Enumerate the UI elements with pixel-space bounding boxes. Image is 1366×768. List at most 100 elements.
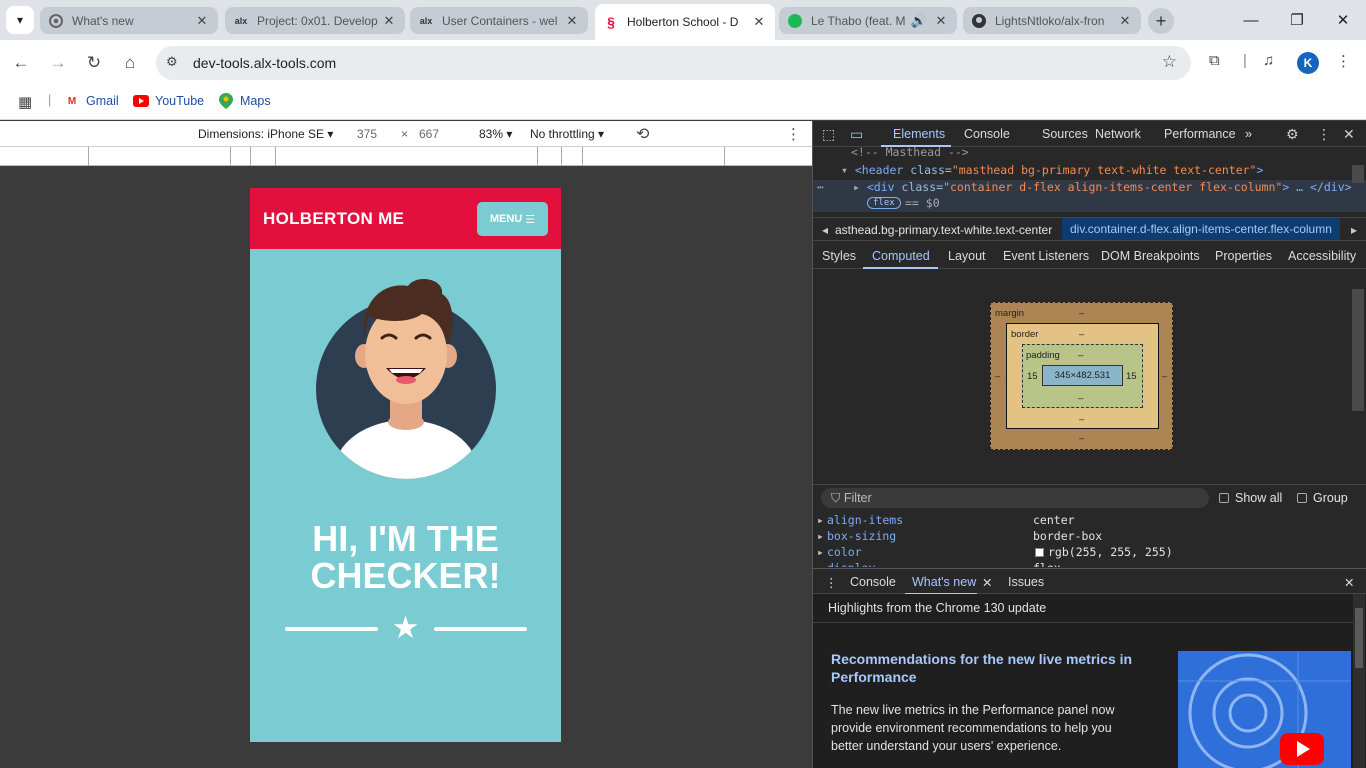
box-model-content[interactable]: 345×482.531	[1042, 365, 1123, 386]
profile-avatar[interactable]: K	[1297, 52, 1319, 74]
browser-tab-project[interactable]: alx Project: 0x01. Develop ✕	[225, 7, 405, 34]
tab-elements[interactable]: Elements	[893, 127, 945, 141]
tab-network[interactable]: Network	[1095, 127, 1141, 141]
device-toggle-icon[interactable]: ▭	[850, 126, 863, 143]
drawer-menu-icon[interactable]: ⋮	[825, 575, 838, 590]
box-model-padding[interactable]: padding – 15 15 – 345×482.531	[1022, 344, 1143, 408]
url-text[interactable]: dev-tools.alx-tools.com	[193, 55, 336, 71]
browser-tab-spotify[interactable]: Le Thabo (feat. M 🔊 ✕	[779, 7, 957, 34]
whats-new-scrollbar[interactable]	[1353, 594, 1365, 768]
menu-button[interactable]: MENU ☰	[477, 202, 548, 236]
media-query-ruler[interactable]	[0, 147, 812, 166]
width-input[interactable]: 375	[357, 127, 377, 141]
subtab-accessibility[interactable]: Accessibility	[1288, 249, 1356, 263]
flex-badge[interactable]: flex	[867, 197, 901, 209]
browser-tab-holberton[interactable]: § Holberton School - D ✕	[595, 4, 775, 40]
devtools-close-icon[interactable]: ✕	[1343, 126, 1355, 143]
breadcrumb-item[interactable]: asthead.bg-primary.text-white.text-cente…	[835, 223, 1052, 237]
site-settings-icon[interactable]: ⚙	[166, 54, 178, 70]
computed-property-row[interactable]: ▸ box-sizing border-box	[813, 529, 1366, 545]
drawer-tab-whats-new[interactable]: What's new	[912, 575, 976, 589]
box-model-border[interactable]: border – – padding – 15 15 – 345×482.531	[1006, 323, 1159, 429]
subtab-properties[interactable]: Properties	[1215, 249, 1272, 263]
subtab-dom-breakpoints[interactable]: DOM Breakpoints	[1101, 249, 1200, 263]
reload-icon[interactable]: ↻	[81, 50, 107, 76]
filter-input[interactable]: ⛉ Filter	[821, 488, 1209, 508]
more-tabs-icon[interactable]: »	[1245, 127, 1252, 141]
navbar-brand[interactable]: HOLBERTON ME	[263, 209, 404, 229]
settings-gear-icon[interactable]: ⚙	[1286, 126, 1299, 143]
breadcrumb-left-icon[interactable]: ◂	[822, 223, 828, 237]
forward-icon[interactable]: →	[45, 50, 71, 76]
browser-tab-whats-new[interactable]: What's new ✕	[40, 7, 218, 34]
dimensions-select[interactable]: Dimensions: iPhone SE ▾	[198, 127, 333, 141]
spotify-icon	[787, 13, 803, 29]
tab-performance[interactable]: Performance	[1164, 127, 1236, 141]
back-icon[interactable]: ←	[8, 50, 34, 76]
close-tab-icon[interactable]: ✕	[194, 13, 210, 29]
zoom-select[interactable]: 83% ▾	[479, 127, 512, 141]
apps-grid-icon[interactable]: ▦	[18, 93, 32, 111]
subtab-styles[interactable]: Styles	[822, 249, 856, 263]
height-input[interactable]: 667	[419, 127, 439, 141]
video-thumbnail[interactable]	[1178, 651, 1351, 768]
bookmark-star-icon[interactable]: ☆	[1162, 52, 1177, 72]
expand-arrow-icon[interactable]: ▸	[817, 529, 824, 543]
collapse-arrow-icon[interactable]: ▾	[841, 163, 848, 177]
breadcrumb-item-selected[interactable]: div.container.d-flex.align-items-center.…	[1062, 218, 1340, 240]
device-options-icon[interactable]: ⋮	[786, 125, 801, 143]
close-tab-icon[interactable]: ✕	[381, 13, 397, 29]
tab-console[interactable]: Console	[964, 127, 1010, 141]
close-tab-icon[interactable]: ✕	[564, 13, 580, 29]
extensions-icon[interactable]: ⧉	[1209, 52, 1220, 69]
address-bar[interactable]: ⚙ dev-tools.alx-tools.com ☆	[156, 46, 1191, 80]
speaker-icon[interactable]: 🔊	[911, 13, 927, 29]
bookmark-maps[interactable]: Maps	[218, 93, 271, 109]
kebab-menu-icon[interactable]: ⋮	[1336, 52, 1351, 70]
devtools-menu-icon[interactable]: ⋮	[1317, 126, 1331, 143]
box-model-margin[interactable]: margin – – – – border – – padding – 15 1…	[990, 302, 1173, 450]
subtab-layout[interactable]: Layout	[948, 249, 986, 263]
computed-property-row[interactable]: ▸ align-items center	[813, 513, 1366, 529]
expand-arrow-icon[interactable]: ▸	[817, 513, 824, 527]
drawer-tab-console[interactable]: Console	[850, 575, 896, 589]
close-tab-icon[interactable]: ✕	[933, 13, 949, 29]
tab-sources[interactable]: Sources	[1042, 127, 1088, 141]
expand-arrow-icon[interactable]: ▸	[817, 561, 824, 567]
dom-header-node[interactable]: ▾ <header class="masthead bg-primary tex…	[841, 163, 1263, 177]
close-tab-icon[interactable]: ✕	[1117, 13, 1133, 29]
expand-arrow-icon[interactable]: ▸	[853, 180, 860, 194]
inspect-element-icon[interactable]: ⬚	[822, 126, 835, 143]
restore-icon[interactable]: ❐	[1274, 0, 1320, 40]
computed-scrollbar[interactable]	[1352, 289, 1364, 411]
media-controls-icon[interactable]: ♫	[1263, 52, 1274, 69]
home-icon[interactable]: ⌂	[117, 50, 143, 76]
ellipsis-icon[interactable]: ⋯	[817, 180, 824, 194]
color-swatch[interactable]	[1035, 548, 1044, 557]
new-tab-button[interactable]: +	[1148, 8, 1174, 34]
browser-tab-user-containers[interactable]: alx User Containers - wel ✕	[410, 7, 588, 34]
browser-tab-github[interactable]: LightsNtloko/alx-fron ✕	[963, 7, 1141, 34]
dom-scrollbar[interactable]	[1352, 165, 1364, 183]
rotate-icon[interactable]: ⟲	[636, 124, 649, 144]
subtab-computed[interactable]: Computed	[872, 249, 930, 263]
drawer-tab-issues[interactable]: Issues	[1008, 575, 1044, 589]
subtab-event-listeners[interactable]: Event Listeners	[1003, 249, 1089, 263]
close-drawer-icon[interactable]: ✕	[1344, 575, 1354, 590]
tab-search-chevron-icon[interactable]: ▾	[6, 6, 34, 34]
breadcrumb-right-icon[interactable]: ▸	[1351, 223, 1357, 237]
close-tab-icon[interactable]: ✕	[751, 14, 767, 30]
bookmark-youtube[interactable]: YouTube	[133, 93, 204, 109]
group-checkbox[interactable]: Group	[1297, 491, 1348, 505]
expand-arrow-icon[interactable]: ▸	[817, 545, 824, 559]
computed-property-row[interactable]: ▸ color rgb(255, 255, 255)	[813, 545, 1366, 561]
dom-selected-node[interactable]: ⋯ ▸ <div class="container d-flex align-i…	[813, 180, 1366, 212]
minimize-icon[interactable]: —	[1228, 0, 1274, 40]
show-all-checkbox[interactable]: Show all	[1219, 491, 1282, 505]
close-drawer-tab-icon[interactable]: ✕	[982, 575, 992, 590]
window-close-icon[interactable]: ✕	[1320, 0, 1366, 40]
throttling-select[interactable]: No throttling ▾	[530, 127, 604, 141]
bookmark-gmail[interactable]: M Gmail	[64, 93, 119, 109]
whats-new-title[interactable]: Recommendations for the new live metrics…	[831, 650, 1161, 686]
computed-property-row[interactable]: ▸ display flex	[813, 561, 1366, 567]
